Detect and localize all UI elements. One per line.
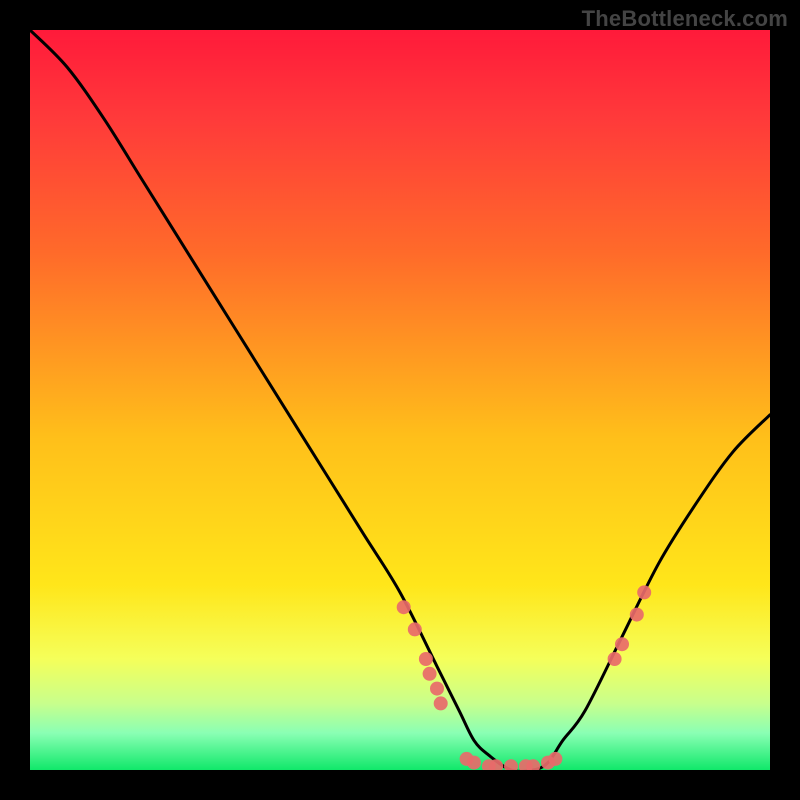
scatter-points xyxy=(397,585,652,770)
curve-svg xyxy=(30,30,770,770)
scatter-point xyxy=(548,752,562,766)
scatter-point xyxy=(419,652,433,666)
watermark-text: TheBottleneck.com xyxy=(582,6,788,32)
scatter-point xyxy=(637,585,651,599)
scatter-point xyxy=(615,637,629,651)
scatter-point xyxy=(467,756,481,770)
scatter-point xyxy=(430,682,444,696)
scatter-point xyxy=(630,608,644,622)
scatter-point xyxy=(397,600,411,614)
scatter-point xyxy=(504,759,518,770)
plot-area xyxy=(30,30,770,770)
chart-frame: TheBottleneck.com xyxy=(0,0,800,800)
scatter-point xyxy=(408,622,422,636)
scatter-point xyxy=(608,652,622,666)
scatter-point xyxy=(434,696,448,710)
bottleneck-curve xyxy=(30,30,770,770)
scatter-point xyxy=(423,667,437,681)
